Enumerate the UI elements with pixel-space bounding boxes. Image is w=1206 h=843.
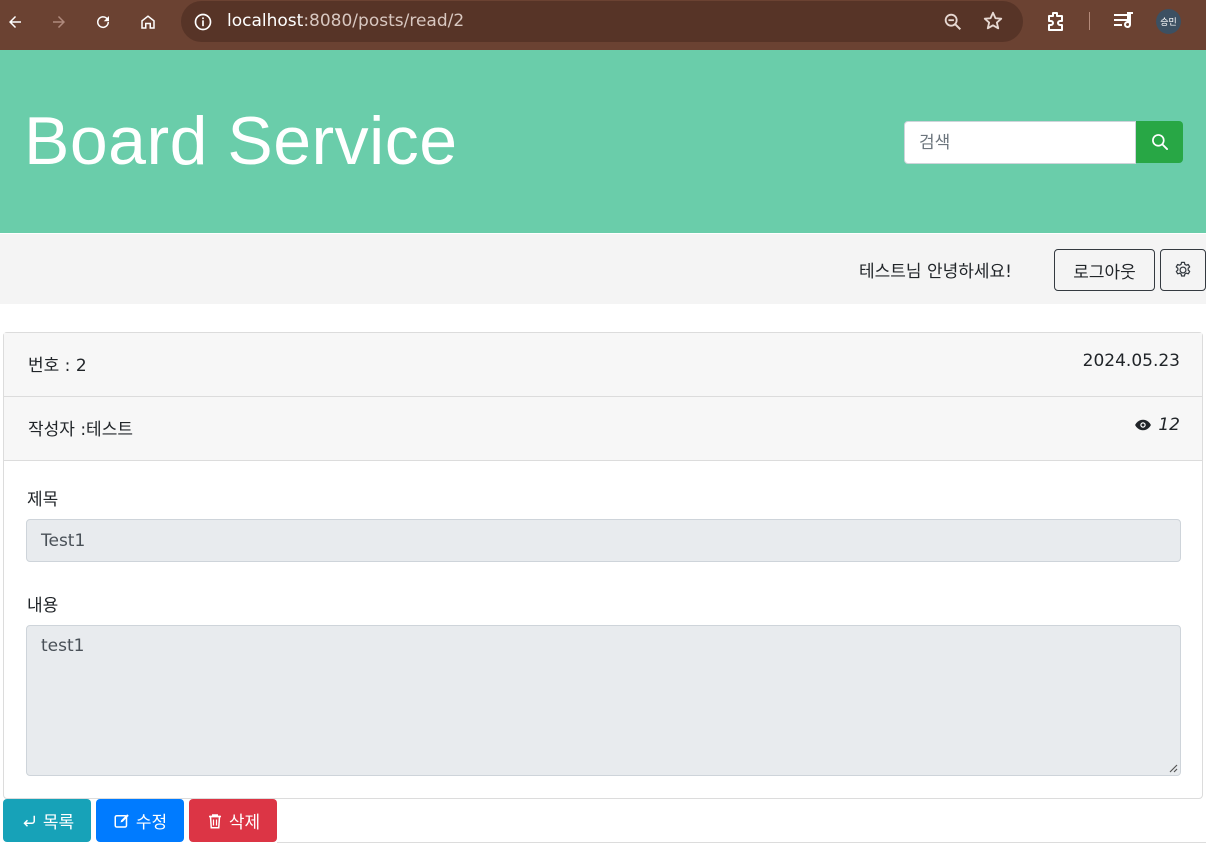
title-field[interactable]: Test1	[26, 519, 1181, 562]
search-input[interactable]	[904, 121, 1136, 164]
edit-icon	[114, 813, 129, 828]
info-icon[interactable]	[193, 12, 213, 32]
address-bar[interactable]: localhost:8080/posts/read/2	[181, 1, 1023, 42]
view-count: 12	[1134, 415, 1180, 435]
reload-icon	[97, 16, 110, 29]
browser-toolbar: localhost:8080/posts/read/2 승민	[0, 0, 1206, 50]
eye-icon	[1135, 419, 1152, 431]
delete-button-label: 삭제	[228, 813, 261, 833]
post-card: 번호 : 2 2024.05.23 작성자 :테스트 12 제목 Test1 내…	[3, 332, 1203, 799]
settings-button[interactable]	[1160, 249, 1206, 291]
post-date: 2024.05.23	[1082, 351, 1180, 371]
avatar[interactable]: 승민	[1156, 9, 1181, 34]
user-bar: 테스트님 안녕하세요! 로그아웃	[0, 234, 1206, 304]
view-count-value: 12	[1158, 415, 1180, 435]
return-icon	[23, 815, 35, 827]
edit-button[interactable]: 수정	[96, 799, 184, 842]
url-text: localhost:8080/posts/read/2	[227, 11, 465, 31]
search-button[interactable]	[1136, 121, 1183, 163]
gear-icon	[1175, 261, 1191, 277]
list-button-label: 목록	[42, 813, 75, 833]
forward-icon	[53, 16, 65, 28]
content-field[interactable]: test1	[26, 625, 1181, 776]
back-button[interactable]	[0, 7, 30, 37]
reload-button[interactable]	[88, 7, 118, 37]
home-button[interactable]	[133, 7, 163, 37]
title-label: 제목	[27, 490, 59, 510]
edit-button-label: 수정	[135, 813, 168, 833]
list-button[interactable]: 목록	[3, 799, 91, 842]
extensions-icon[interactable]	[1044, 9, 1068, 33]
search-icon	[1151, 134, 1168, 150]
star-icon[interactable]	[982, 10, 1004, 32]
back-icon	[9, 16, 21, 28]
content-label: 내용	[27, 596, 59, 616]
trash-icon	[208, 813, 221, 828]
forward-button[interactable]	[44, 7, 74, 37]
post-number: 번호 : 2	[28, 356, 87, 376]
post-meta-row: 번호 : 2 2024.05.23	[4, 333, 1202, 397]
logout-button[interactable]: 로그아웃	[1054, 249, 1155, 291]
greeting-text: 테스트님 안녕하세요!	[859, 262, 1012, 282]
resize-handle-icon[interactable]	[1168, 763, 1178, 773]
title-value: Test1	[41, 530, 86, 551]
site-brand[interactable]: Board Service	[24, 102, 458, 180]
zoom-icon[interactable]	[942, 11, 964, 33]
home-icon	[141, 15, 155, 29]
media-icon[interactable]	[1112, 10, 1136, 32]
delete-button[interactable]: 삭제	[189, 799, 277, 842]
toolbar-separator	[1089, 12, 1090, 30]
content-value: test1	[41, 636, 85, 656]
post-author-row: 작성자 :테스트 12	[4, 397, 1202, 461]
site-header: Board Service	[0, 50, 1206, 233]
post-author: 작성자 :테스트	[28, 420, 133, 440]
